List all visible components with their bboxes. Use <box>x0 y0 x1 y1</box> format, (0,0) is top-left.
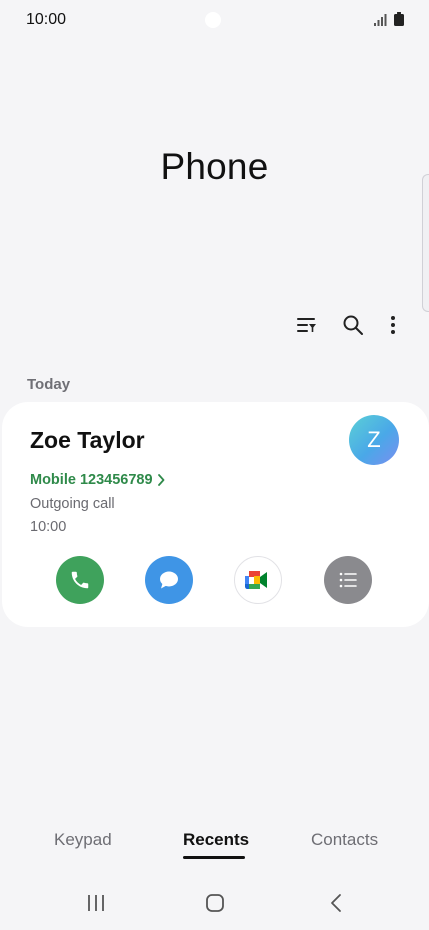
system-navigation-bar <box>0 885 429 921</box>
tab-keypad[interactable]: Keypad <box>54 830 112 850</box>
back-button[interactable] <box>328 893 344 918</box>
signal-icon <box>374 13 388 31</box>
call-type: Outgoing call <box>30 496 115 512</box>
filter-button[interactable] <box>293 311 321 339</box>
video-call-button[interactable] <box>234 556 282 604</box>
battery-icon <box>394 12 404 31</box>
status-time: 10:00 <box>26 11 67 28</box>
more-options-button[interactable] <box>379 311 407 339</box>
contact-name: Zoe Taylor <box>30 427 145 453</box>
status-bar: 10:00 <box>0 0 429 40</box>
recent-apps-icon <box>88 895 104 911</box>
phone-icon <box>71 571 89 589</box>
phone-screen: 10:00 Phone Today Zoe Taylor Z Mobile 12… <box>0 0 429 930</box>
search-icon <box>343 315 363 335</box>
details-button[interactable] <box>324 556 372 604</box>
avatar-letter: Z <box>367 427 381 452</box>
more-vertical-icon <box>391 316 395 334</box>
call-time: 10:00 <box>30 519 67 535</box>
edge-panel-handle[interactable] <box>422 174 429 312</box>
active-tab-indicator <box>183 856 245 859</box>
tab-recents[interactable]: Recents <box>183 830 249 850</box>
phone-number-label: Mobile 123456789 <box>30 472 153 488</box>
back-chevron-icon <box>331 894 341 912</box>
message-button[interactable] <box>145 556 193 604</box>
search-button[interactable] <box>339 311 367 339</box>
list-icon <box>339 572 357 588</box>
bottom-tab-bar: Keypad Recents Contacts <box>0 830 429 860</box>
tab-contacts[interactable]: Contacts <box>311 830 378 850</box>
home-icon <box>206 894 224 912</box>
avatar[interactable]: Z <box>349 415 399 465</box>
call-log-entry[interactable]: Zoe Taylor Z Mobile 123456789 Outgoing c… <box>2 402 429 627</box>
page-title: Phone <box>160 146 269 187</box>
call-button[interactable] <box>56 556 104 604</box>
home-button[interactable] <box>205 893 225 918</box>
meet-video-icon <box>245 571 267 589</box>
front-camera <box>205 12 221 28</box>
message-icon <box>160 571 178 589</box>
recent-apps-button[interactable] <box>86 893 106 918</box>
filter-icon <box>297 318 316 332</box>
chevron-right-icon <box>157 474 164 486</box>
phone-number-link[interactable]: Mobile 123456789 <box>30 472 165 488</box>
section-header-today: Today <box>27 376 71 393</box>
